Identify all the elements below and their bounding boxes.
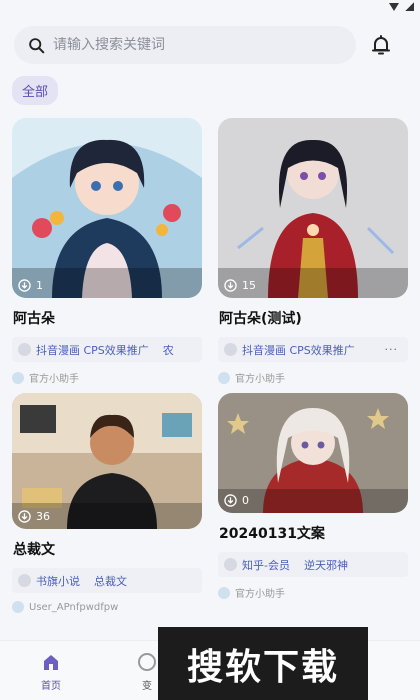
tag-label: 抖音漫画 CPS效果推广: [242, 343, 355, 357]
nav-second-icon: [138, 653, 156, 671]
card-title: 20240131文案: [219, 526, 325, 542]
download-count: 1: [36, 279, 43, 292]
download-badge: 36: [18, 510, 50, 523]
card-thumbnail[interactable]: 15: [218, 118, 408, 298]
tag-label: 知乎-会员: [242, 558, 290, 572]
template-card[interactable]: 0 20240131文案 知乎-会员 逆天邪神 官方小助手: [218, 393, 408, 600]
author-avatar: [12, 601, 24, 613]
tag-label: 总裁文: [94, 574, 127, 588]
watermark: 搜软下载: [158, 627, 368, 700]
template-card[interactable]: 36 总裁文 书旗小说 总裁文 User_APnfpwdfpw: [12, 393, 202, 613]
tag-label: 书旗小说: [36, 574, 80, 588]
card-author: 官方小助手: [218, 585, 408, 600]
download-icon: [224, 279, 237, 292]
status-bar: [0, 0, 420, 18]
wifi-icon: [389, 2, 399, 11]
download-count: 0: [242, 494, 249, 507]
status-icons: [389, 2, 414, 11]
card-tags[interactable]: 知乎-会员 逆天邪神: [218, 552, 408, 577]
author-name: User_APnfpwdfpw: [29, 601, 119, 613]
tag-avatar: [224, 558, 237, 571]
card-tags[interactable]: 抖音漫画 CPS效果推广 ···: [218, 337, 408, 362]
search-icon: [29, 37, 45, 53]
template-card[interactable]: 15 阿古朵(测试) 抖音漫画 CPS效果推广 ··· 官方小助手: [218, 118, 408, 385]
download-badge: 15: [224, 279, 256, 292]
tag-avatar: [18, 574, 31, 587]
download-icon: [18, 279, 31, 292]
card-author: 官方小助手: [12, 370, 202, 385]
download-icon: [224, 494, 237, 507]
author-avatar: [218, 586, 230, 599]
template-card[interactable]: 1 阿古朵 抖音漫画 CPS效果推广 农 官方小助手: [12, 118, 202, 385]
tag-label: 农: [162, 343, 174, 357]
nav-second-label: 变: [142, 681, 152, 692]
home-icon: [44, 655, 58, 670]
card-title: 阿古朵(测试): [219, 311, 302, 327]
tag-label: 逆天邪神: [303, 558, 348, 572]
nav-home[interactable]: 首页: [40, 651, 62, 692]
download-count: 15: [242, 279, 256, 292]
filter-chip-all[interactable]: 全部: [12, 76, 59, 105]
card-tags[interactable]: 抖音漫画 CPS效果推广 农: [12, 337, 202, 362]
card-tags[interactable]: 书旗小说 总裁文: [12, 568, 202, 593]
nav-home-label: 首页: [41, 681, 61, 692]
tag-avatar: [18, 343, 31, 356]
card-thumbnail[interactable]: 36: [12, 393, 202, 529]
bell-icon[interactable]: [369, 33, 393, 57]
search-box[interactable]: [14, 26, 356, 64]
card-thumbnail[interactable]: 0: [218, 393, 408, 513]
author-name: 官方小助手: [29, 374, 79, 385]
more-icon[interactable]: ···: [385, 343, 399, 356]
nav-second[interactable]: 变: [136, 651, 158, 692]
card-author: 官方小助手: [218, 370, 408, 385]
download-badge: 0: [224, 494, 249, 507]
author-name: 官方小助手: [235, 589, 285, 600]
card-title: 总裁文: [13, 542, 55, 558]
tag-avatar: [224, 343, 237, 356]
download-count: 36: [36, 510, 50, 523]
tag-label: 抖音漫画 CPS效果推广: [36, 343, 149, 357]
download-badge: 1: [18, 279, 43, 292]
filter-row: 全部: [12, 76, 59, 105]
search-input[interactable]: [53, 37, 323, 53]
author-avatar: [12, 371, 24, 384]
card-thumbnail[interactable]: 1: [12, 118, 202, 298]
author-avatar: [218, 371, 230, 384]
top-bar: [14, 26, 406, 64]
author-name: 官方小助手: [235, 374, 285, 385]
card-title: 阿古朵: [13, 311, 55, 327]
signal-icon: [405, 2, 414, 11]
card-author: User_APnfpwdfpw: [12, 601, 202, 613]
download-icon: [18, 510, 31, 523]
